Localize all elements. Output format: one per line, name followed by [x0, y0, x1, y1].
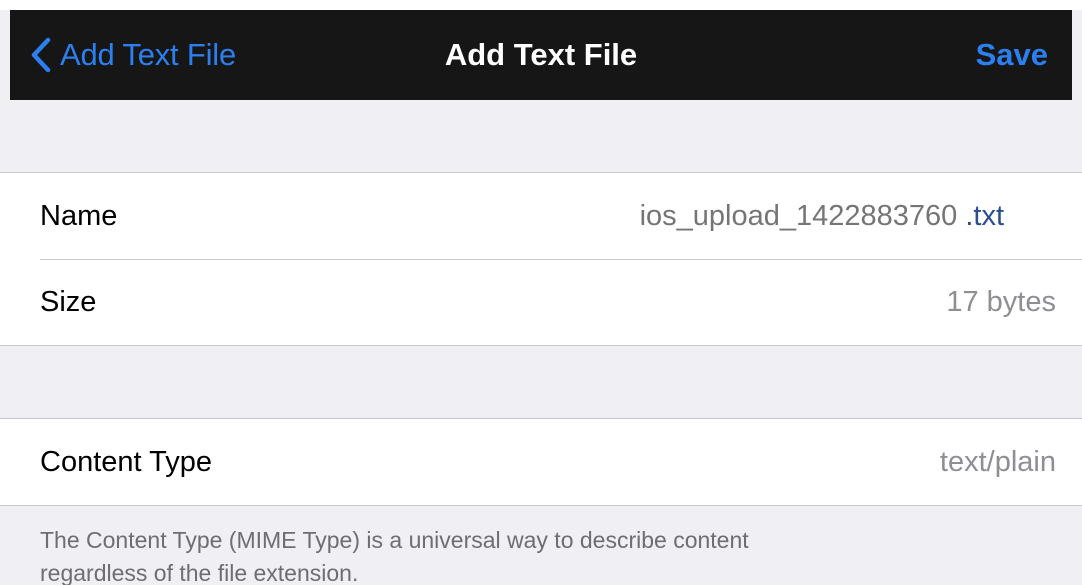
- chevron-left-icon: [31, 37, 51, 73]
- size-value: 17 bytes: [946, 285, 1056, 318]
- content-type-row[interactable]: Content Type text/plain: [0, 419, 1082, 505]
- content-type-description: The Content Type (MIME Type) is a univer…: [40, 527, 749, 585]
- back-button-label: Add Text File: [60, 37, 237, 72]
- name-value: .txt: [597, 199, 1004, 233]
- back-button[interactable]: Add Text File: [30, 10, 236, 100]
- top-margin: [0, 0, 1082, 10]
- name-extension: .txt: [965, 199, 1004, 232]
- save-button[interactable]: Save: [976, 10, 1048, 100]
- navigation-bar: Add Text File Add Text File Save: [10, 10, 1072, 100]
- file-info-group: Name .txt Size 17 bytes: [0, 172, 1082, 346]
- content-type-value: text/plain: [939, 445, 1056, 478]
- name-field[interactable]: [597, 199, 958, 233]
- name-row[interactable]: Name .txt: [0, 173, 1082, 259]
- content-type-label: Content Type: [40, 445, 212, 478]
- name-label: Name: [40, 199, 118, 232]
- add-text-file-screen: Add Text File Add Text File Save Name .t…: [0, 0, 1082, 585]
- size-label: Size: [40, 285, 97, 318]
- content-type-group: Content Type text/plain: [0, 418, 1082, 506]
- size-row: Size 17 bytes: [0, 259, 1082, 345]
